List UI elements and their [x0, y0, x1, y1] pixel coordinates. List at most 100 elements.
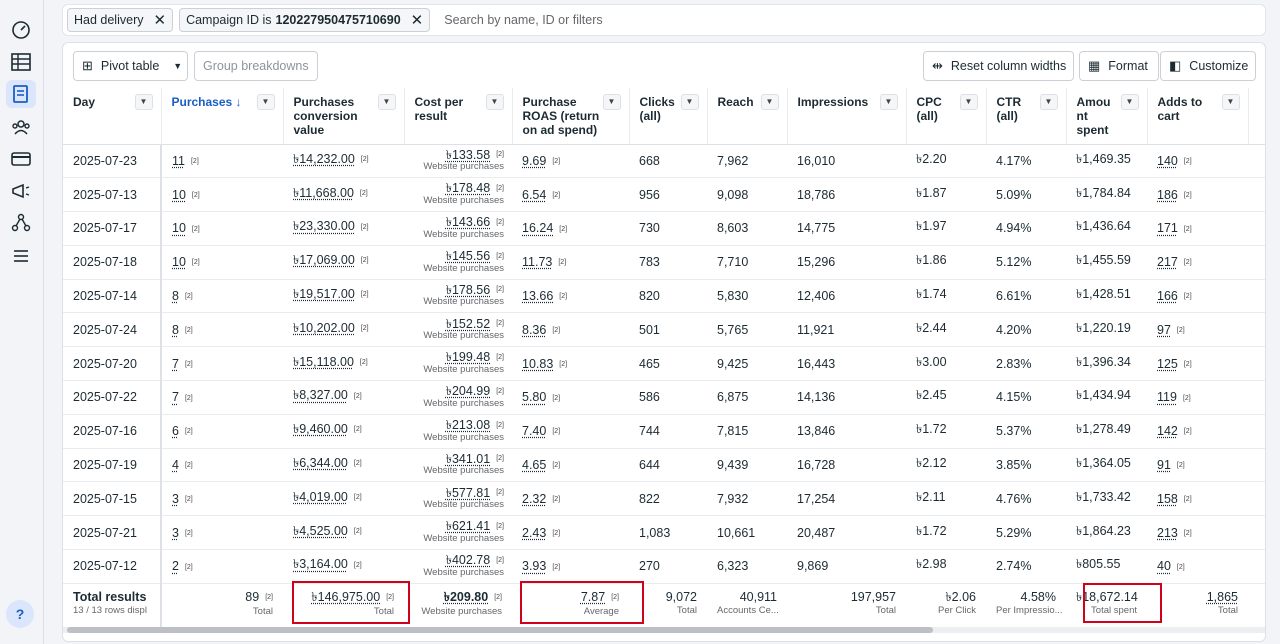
- cost-value[interactable]: ৳577.81: [446, 486, 490, 500]
- total-conversion-value[interactable]: ৳146,975.00: [311, 590, 380, 604]
- group-breakdowns-button[interactable]: Group breakdowns: [194, 51, 318, 81]
- roas-value[interactable]: 10.83: [522, 357, 553, 371]
- purchases-value[interactable]: 7: [172, 390, 179, 404]
- atc-value[interactable]: 171: [1157, 221, 1178, 235]
- cost-value[interactable]: ৳152.52: [446, 317, 490, 331]
- megaphone-icon[interactable]: [6, 177, 36, 205]
- purchases-value[interactable]: 2: [172, 559, 179, 573]
- cost-value[interactable]: ৳621.41: [446, 519, 490, 533]
- conversion-value[interactable]: ৳19,517.00: [293, 287, 355, 301]
- column-header-roas[interactable]: Purchase ROAS (return on ad spend) ▼: [512, 88, 630, 145]
- atc-value[interactable]: 213: [1157, 526, 1178, 540]
- atc-value[interactable]: 119: [1157, 390, 1177, 404]
- filter-chip-delivery[interactable]: Had delivery ✕: [67, 8, 174, 32]
- network-icon[interactable]: [6, 209, 36, 237]
- roas-value[interactable]: 4.65: [522, 458, 546, 472]
- atc-value[interactable]: 217: [1157, 255, 1178, 269]
- roas-value[interactable]: 6.54: [522, 188, 546, 202]
- close-icon[interactable]: ✕: [153, 11, 166, 29]
- purchases-value[interactable]: 10: [172, 255, 186, 269]
- chevron-down-icon[interactable]: ▼: [134, 94, 153, 110]
- total-cost-per-result[interactable]: ৳209.80: [444, 590, 488, 604]
- column-header-conversion-value[interactable]: Purchases conversion value ▼: [283, 88, 405, 145]
- column-header-day[interactable]: Day ▼: [63, 88, 162, 145]
- cost-value[interactable]: ৳178.48: [446, 181, 490, 195]
- column-header-cost-per-result[interactable]: Cost per result ▼: [404, 88, 513, 145]
- help-icon[interactable]: ?: [6, 600, 34, 628]
- conversion-value[interactable]: ৳14,232.00: [293, 152, 355, 166]
- roas-value[interactable]: 8.36: [522, 323, 546, 337]
- purchases-value[interactable]: 8: [172, 323, 179, 337]
- cost-value[interactable]: ৳199.48: [446, 350, 490, 364]
- roas-value[interactable]: 9.69: [522, 154, 546, 168]
- roas-value[interactable]: 11.73: [522, 255, 552, 269]
- purchases-value[interactable]: 8: [172, 289, 179, 303]
- conversion-value[interactable]: ৳15,118.00: [293, 355, 354, 369]
- chevron-down-icon[interactable]: ▼: [1221, 94, 1240, 110]
- atc-value[interactable]: 186: [1157, 188, 1178, 202]
- purchases-value[interactable]: 3: [172, 526, 179, 540]
- cost-value[interactable]: ৳178.56: [446, 283, 490, 297]
- purchases-value[interactable]: 6: [172, 424, 179, 438]
- column-header-amount-spent[interactable]: Amou nt spent ▼: [1066, 88, 1148, 145]
- column-header-ctr[interactable]: CTR (all) ▼: [986, 88, 1067, 145]
- conversion-value[interactable]: ৳3,164.00: [293, 557, 348, 571]
- column-header-purchases[interactable]: Purchases ↓ ▼: [161, 88, 284, 145]
- column-header-clicks[interactable]: Clicks (all) ▼: [629, 88, 708, 145]
- atc-value[interactable]: 91: [1157, 458, 1171, 472]
- billing-icon[interactable]: [6, 145, 36, 173]
- audience-icon[interactable]: [6, 113, 36, 141]
- close-icon[interactable]: ✕: [411, 11, 424, 29]
- dashboard-icon[interactable]: [6, 16, 36, 44]
- cost-value[interactable]: ৳341.01: [446, 452, 490, 466]
- chevron-down-icon[interactable]: ▼: [760, 94, 779, 110]
- roas-value[interactable]: 2.32: [522, 492, 546, 506]
- roas-value[interactable]: 2.43: [522, 526, 546, 540]
- total-roas[interactable]: 7.87: [581, 590, 605, 604]
- purchases-value[interactable]: 4: [172, 458, 179, 472]
- conversion-value[interactable]: ৳4,525.00: [293, 524, 348, 538]
- conversion-value[interactable]: ৳23,330.00: [293, 219, 355, 233]
- roas-value[interactable]: 13.66: [522, 289, 553, 303]
- cost-value[interactable]: ৳145.56: [446, 249, 490, 263]
- chevron-down-icon[interactable]: ▼: [256, 94, 275, 110]
- purchases-value[interactable]: 7: [172, 357, 179, 371]
- search-input[interactable]: Search by name, ID or filters: [444, 13, 602, 27]
- chevron-down-icon[interactable]: ▼: [879, 94, 898, 110]
- cost-value[interactable]: ৳204.99: [446, 384, 490, 398]
- chevron-down-icon[interactable]: ▼: [959, 94, 978, 110]
- cost-value[interactable]: ৳143.66: [446, 215, 490, 229]
- atc-value[interactable]: 158: [1157, 492, 1178, 506]
- table-icon[interactable]: [6, 48, 36, 76]
- roas-value[interactable]: 16.24: [522, 221, 553, 235]
- column-header-cpc[interactable]: CPC (all) ▼: [906, 88, 987, 145]
- format-button[interactable]: ▦ Format: [1079, 51, 1159, 81]
- cost-value[interactable]: ৳213.08: [446, 418, 490, 432]
- column-header-adds-to-cart[interactable]: Adds to cart ▼: [1147, 88, 1249, 145]
- reset-column-widths-button[interactable]: ⇹ Reset column widths: [923, 51, 1074, 81]
- column-header-reach[interactable]: Reach ▼: [707, 88, 788, 145]
- chevron-down-icon[interactable]: ▼: [485, 94, 504, 110]
- conversion-value[interactable]: ৳4,019.00: [293, 490, 348, 504]
- atc-value[interactable]: 140: [1157, 154, 1178, 168]
- menu-icon[interactable]: [6, 242, 36, 270]
- cost-value[interactable]: ৳402.78: [446, 553, 490, 567]
- atc-value[interactable]: 166: [1157, 289, 1178, 303]
- chevron-down-icon[interactable]: ▼: [377, 94, 396, 110]
- atc-value[interactable]: 125: [1157, 357, 1178, 371]
- chevron-down-icon[interactable]: ▼: [1120, 94, 1139, 110]
- conversion-value[interactable]: ৳6,344.00: [293, 456, 348, 470]
- conversion-value[interactable]: ৳11,668.00: [293, 186, 354, 200]
- customize-button[interactable]: ◧ Customize: [1160, 51, 1256, 81]
- roas-value[interactable]: 5.80: [522, 390, 546, 404]
- chevron-down-icon[interactable]: ▼: [602, 94, 621, 110]
- roas-value[interactable]: 3.93: [522, 559, 546, 573]
- roas-value[interactable]: 7.40: [522, 424, 546, 438]
- pivot-table-button[interactable]: ⊞ Pivot table ▼: [73, 51, 188, 81]
- purchases-value[interactable]: 10: [172, 221, 186, 235]
- scrollbar-thumb[interactable]: [67, 627, 933, 633]
- conversion-value[interactable]: ৳10,202.00: [293, 321, 355, 335]
- cost-value[interactable]: ৳133.58: [446, 148, 490, 162]
- purchases-value[interactable]: 11: [172, 154, 185, 168]
- filter-chip-campaign[interactable]: Campaign ID is 120227950475710690 ✕: [179, 8, 431, 32]
